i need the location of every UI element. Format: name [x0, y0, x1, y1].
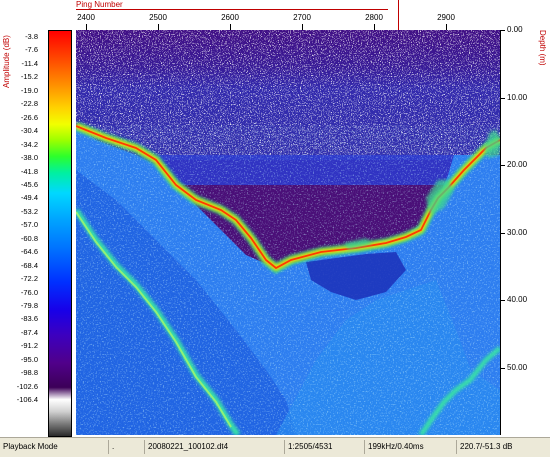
depth-tick: 20.00	[507, 160, 528, 170]
depth-tick-labels: 0.00 10.00 20.00 30.00 40.00 50.00	[0, 0, 550, 437]
status-separator: .	[108, 440, 142, 454]
depth-tick: 30.00	[507, 227, 528, 237]
depth-tick: 50.00	[507, 363, 528, 372]
depth-tick-mark	[500, 165, 505, 167]
depth-tick: 10.00	[507, 92, 528, 102]
status-file: 20080221_100102.dt4	[144, 440, 278, 454]
depth-tick: 40.00	[507, 295, 528, 305]
status-frequency: 199kHz/0.40ms	[364, 440, 454, 454]
status-mode: Playback Mode	[3, 442, 58, 451]
depth-tick-mark	[500, 300, 505, 302]
depth-tick-mark	[500, 232, 505, 234]
depth-tick-mark	[500, 97, 505, 99]
depth-tick-mark	[500, 368, 505, 369]
status-bar: Playback Mode . 20080221_100102.dt4 1:25…	[0, 437, 550, 457]
status-readout: 220.7/-51.3 dB	[456, 440, 550, 454]
status-position: 1:2505/4531	[284, 440, 364, 454]
depth-tick: 0.00	[507, 25, 523, 34]
depth-tick-mark	[500, 30, 505, 31]
